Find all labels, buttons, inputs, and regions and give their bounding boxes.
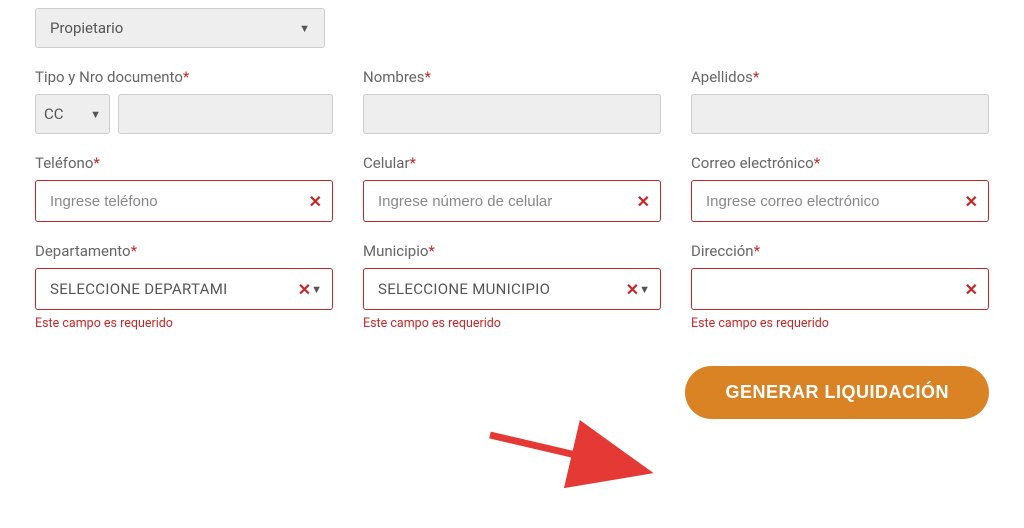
correo-label: Correo electrónico* bbox=[691, 154, 989, 172]
departamento-select[interactable]: SELECCIONE DEPARTAMI ✕ ▼ bbox=[35, 268, 333, 310]
nombres-input[interactable] bbox=[363, 94, 661, 134]
celular-label: Celular* bbox=[363, 154, 661, 172]
doc-type-select[interactable]: CC ▼ bbox=[35, 94, 110, 134]
direccion-input[interactable] bbox=[706, 281, 959, 298]
chevron-down-icon: ▼ bbox=[639, 283, 650, 296]
clear-icon[interactable]: ✕ bbox=[637, 192, 650, 211]
generate-button[interactable]: GENERAR LIQUIDACIÓN bbox=[685, 366, 989, 419]
clear-icon[interactable]: ✕ bbox=[965, 280, 978, 299]
doc-number-input[interactable] bbox=[118, 94, 333, 134]
direccion-label: Dirección* bbox=[691, 242, 989, 260]
departamento-label: Departamento* bbox=[35, 242, 333, 260]
clear-icon[interactable]: ✕ bbox=[965, 192, 978, 211]
chevron-down-icon: ▼ bbox=[299, 22, 310, 35]
clear-icon[interactable]: ✕ bbox=[298, 280, 311, 299]
celular-input-wrap[interactable]: ✕ bbox=[363, 180, 661, 222]
doc-type-label: Tipo y Nro documento* bbox=[35, 68, 333, 86]
celular-input[interactable] bbox=[378, 193, 631, 210]
telefono-input[interactable] bbox=[50, 193, 303, 210]
chevron-down-icon: ▼ bbox=[90, 108, 101, 121]
nombres-label: Nombres* bbox=[363, 68, 661, 86]
departamento-value: SELECCIONE DEPARTAMI bbox=[50, 280, 228, 298]
municipio-value: SELECCIONE MUNICIPIO bbox=[378, 280, 550, 298]
municipio-label: Municipio* bbox=[363, 242, 661, 260]
municipio-error: Este campo es requerido bbox=[363, 316, 661, 331]
apellidos-label: Apellidos* bbox=[691, 68, 989, 86]
departamento-error: Este campo es requerido bbox=[35, 316, 333, 331]
correo-input-wrap[interactable]: ✕ bbox=[691, 180, 989, 222]
correo-input[interactable] bbox=[706, 193, 959, 210]
telefono-label: Teléfono* bbox=[35, 154, 333, 172]
clear-icon[interactable]: ✕ bbox=[309, 192, 322, 211]
doc-type-value: CC bbox=[44, 105, 64, 123]
telefono-input-wrap[interactable]: ✕ bbox=[35, 180, 333, 222]
propietario-value: Propietario bbox=[50, 19, 123, 37]
direccion-input-wrap[interactable]: ✕ bbox=[691, 268, 989, 310]
arrow-annotation bbox=[480, 420, 680, 500]
clear-icon[interactable]: ✕ bbox=[626, 280, 639, 299]
direccion-error: Este campo es requerido bbox=[691, 316, 989, 331]
chevron-down-icon: ▼ bbox=[311, 283, 322, 296]
apellidos-input[interactable] bbox=[691, 94, 989, 134]
propietario-select[interactable]: Propietario ▼ bbox=[35, 8, 325, 48]
municipio-select[interactable]: SELECCIONE MUNICIPIO ✕ ▼ bbox=[363, 268, 661, 310]
